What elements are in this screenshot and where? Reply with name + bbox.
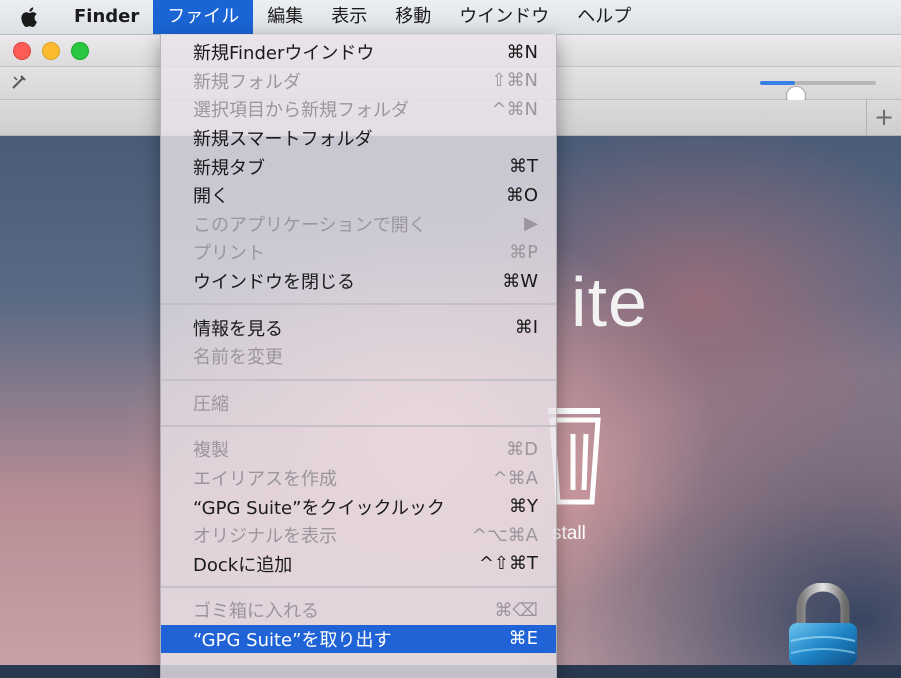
menu-item-shortcut: ⌘D	[506, 438, 538, 460]
menu-item-label: 新規フォルダ	[193, 71, 301, 93]
menu-view[interactable]: 表示	[317, 0, 381, 34]
menu-item-label: “GPG Suite”を取り出す	[193, 629, 392, 651]
menu-item-shortcut: ^⇧⌘T	[478, 553, 538, 575]
menu-edit[interactable]: 編集	[253, 0, 317, 34]
menu-item-shortcut: ⌘O	[505, 184, 538, 206]
menu-item-shortcut: ⌘Y	[509, 496, 538, 518]
menu-item-shortcut: ^⌘N	[491, 98, 538, 120]
menu-separator	[161, 578, 556, 596]
menu-item-label: 開く	[193, 186, 229, 208]
file-menu-item[interactable]: ウインドウを閉じる ⌘W	[161, 267, 556, 296]
menu-item-label: 圧縮	[193, 393, 229, 415]
menu-item-label: オリジナルを表示	[193, 526, 337, 548]
menu-item-label: “GPG Suite”をクイックルック	[193, 497, 445, 519]
file-menu-item[interactable]: 名前を変更	[161, 342, 556, 371]
uninstall-label: stall	[552, 523, 586, 544]
file-menu-item[interactable]: “GPG Suite”を取り出す ⌘E	[161, 624, 556, 654]
file-menu-dropdown: 新規Finderウインドウ ⌘N 新規フォルダ ⇧⌘N 選択項目から新規フォルダ ^⌘N 新…	[160, 34, 557, 678]
installer-title: ite	[571, 263, 648, 341]
menu-finder[interactable]: Finder	[60, 0, 153, 34]
menu-item-label: 新規タブ	[193, 157, 265, 179]
file-menu-item[interactable]: オリジナルを表示 ^⌥⌘A	[161, 521, 556, 550]
file-menu-item[interactable]: 情報を見る ⌘I	[161, 313, 556, 342]
menu-separator	[161, 417, 556, 435]
apple-icon[interactable]	[0, 6, 60, 28]
file-menu-item[interactable]: 選択項目から新規フォルダ ^⌘N	[161, 95, 556, 124]
file-menu-item[interactable]: 開く ⌘O	[161, 181, 556, 210]
menu-item-shortcut: ⌘⌫	[494, 599, 538, 621]
menu-item-shortcut: ⌘N	[506, 41, 538, 63]
new-tab-button[interactable]: +	[866, 100, 901, 135]
file-menu-item[interactable]: 複製 ⌘D	[161, 435, 556, 464]
menu-item-shortcut: ⇧⌘N	[491, 70, 538, 92]
menu-item-label: Dockに追加	[193, 554, 293, 576]
toolbar-tools-icon[interactable]	[10, 73, 28, 95]
menu-separator	[161, 371, 556, 389]
menu-item-shortcut: ⌘W	[502, 270, 538, 292]
file-menu-item[interactable]: 新規スマートフォルダ	[161, 124, 556, 153]
icon-size-slider[interactable]	[760, 81, 876, 106]
menu-item-shortcut: ▶	[524, 213, 538, 235]
menu-item-label: エイリアスを作成	[193, 469, 337, 491]
menu-separator	[161, 295, 556, 313]
zoom-button[interactable]	[71, 42, 89, 60]
close-button[interactable]	[13, 42, 31, 60]
menu-item-label: 複製	[193, 440, 229, 462]
menu-item-label: プリント	[193, 243, 265, 265]
menu-go[interactable]: 移動	[381, 0, 445, 34]
menu-item-shortcut: ⌘E	[508, 628, 538, 650]
menu-help[interactable]: ヘルプ	[563, 0, 645, 34]
file-menu-item[interactable]: 新規Finderウインドウ ⌘N	[161, 38, 556, 67]
menu-item-label: 名前を変更	[193, 347, 283, 369]
file-menu-item[interactable]: Dockに追加 ^⇧⌘T	[161, 550, 556, 579]
menu-item-label: 新規Finderウインドウ	[193, 43, 375, 65]
slider-fill	[760, 81, 795, 85]
menu-item-label: 情報を見る	[193, 318, 283, 340]
menu-item-shortcut: ⌘P	[509, 241, 538, 263]
menu-bar: Finder ファイル 編集 表示 移動 ウインドウ ヘルプ	[0, 0, 901, 35]
menu-item-shortcut: ^⌥⌘A	[471, 524, 538, 546]
menu-item-label: このアプリケーションで開く	[193, 214, 427, 236]
file-menu-item[interactable]: “GPG Suite”をクイックルック ⌘Y	[161, 492, 556, 521]
menu-item-shortcut: ^⌘A	[492, 467, 538, 489]
menu-item-label: ゴミ箱に入れる	[193, 601, 319, 623]
menu-item-label: 選択項目から新規フォルダ	[193, 100, 409, 122]
minimize-button[interactable]	[42, 42, 60, 60]
menu-item-label: 新規スマートフォルダ	[193, 129, 373, 151]
menu-item-shortcut: ⌘I	[514, 317, 538, 339]
file-menu-item[interactable]: 新規フォルダ ⇧⌘N	[161, 67, 556, 96]
file-menu-item[interactable]: エイリアスを作成 ^⌘A	[161, 464, 556, 493]
menu-item-label: ウインドウを閉じる	[193, 272, 355, 294]
file-menu-item[interactable]: ゴミ箱に入れる ⌘⌫	[161, 596, 556, 625]
menu-item-shortcut: ⌘T	[509, 156, 538, 178]
file-menu-item[interactable]: 新規タブ ⌘T	[161, 152, 556, 181]
file-menu-item[interactable]: このアプリケーションで開く ▶	[161, 210, 556, 239]
gpg-lock-icon[interactable]	[783, 582, 863, 669]
file-menu-item[interactable]: 圧縮	[161, 389, 556, 418]
menu-file[interactable]: ファイル	[153, 0, 254, 34]
menu-window[interactable]: ウインドウ	[445, 0, 563, 34]
file-menu-item[interactable]: プリント ⌘P	[161, 238, 556, 267]
